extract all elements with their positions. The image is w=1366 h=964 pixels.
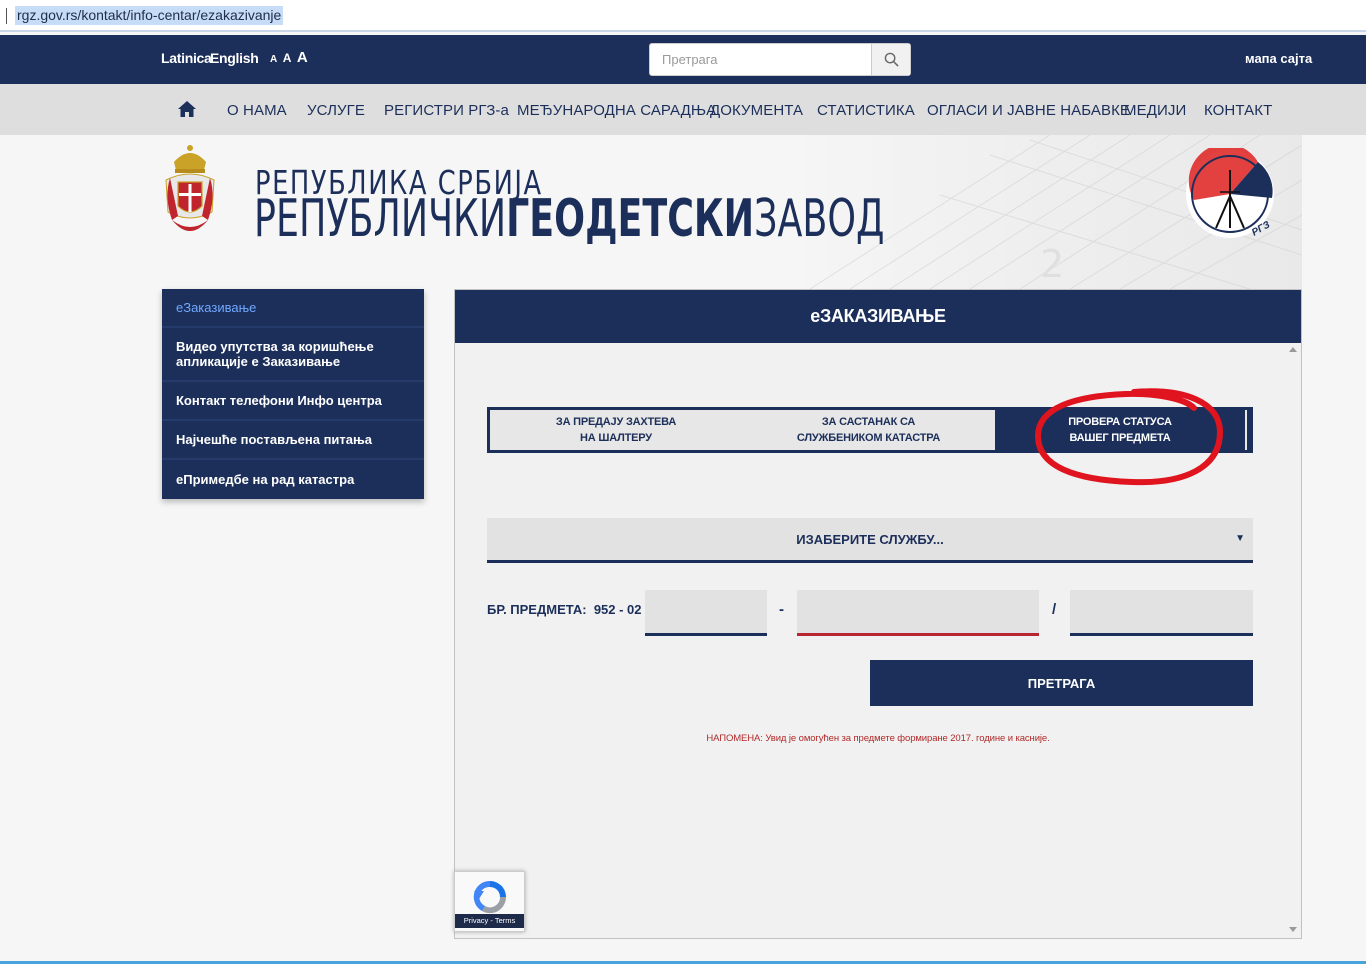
case-number-label: БР. ПРЕДМЕТА: 952 - 02 -: [487, 602, 649, 617]
sidebar-menu: еЗаказивање Видео упутства за коришћење …: [162, 289, 424, 499]
case-slash-separator: /: [1052, 601, 1057, 618]
sidebar-item-complaints[interactable]: еПримедбе на рад катастра: [162, 460, 424, 499]
nav-item-documents[interactable]: ДОКУМЕНТА: [710, 102, 803, 119]
case-prefix: 952 - 02 -: [593, 602, 650, 617]
lang-latin-link[interactable]: Latinica: [161, 50, 212, 66]
sidebar-item-video-tutorials[interactable]: Видео упутства за коришћење апликације е…: [162, 328, 424, 382]
nav-item-services[interactable]: УСЛУГЕ: [307, 102, 365, 119]
home-icon: [178, 101, 196, 117]
rgz-logo-icon: РГЗ: [1186, 148, 1274, 239]
search-button[interactable]: [871, 44, 910, 75]
nav-item-media[interactable]: МЕДИЈИ: [1124, 102, 1186, 119]
nav-item-statistics[interactable]: СТАТИСТИКА: [817, 102, 915, 119]
svg-text:2: 2: [1040, 242, 1064, 286]
url-text[interactable]: rgz.gov.rs/kontakt/info-centar/ezakaziva…: [15, 6, 284, 25]
coat-of-arms-icon: [165, 145, 215, 231]
case-field-2[interactable]: [797, 590, 1039, 636]
tab-label-line1: ЗА САСТАНАК СА: [821, 416, 916, 428]
nav-item-about[interactable]: О НАМА: [227, 102, 287, 119]
lang-english-link[interactable]: English: [210, 50, 259, 66]
browser-address-bar[interactable]: rgz.gov.rs/kontakt/info-centar/ezakaziva…: [0, 0, 1366, 32]
search-box: [649, 43, 911, 76]
recaptcha-links[interactable]: Privacy - Terms: [455, 914, 524, 928]
font-large-button[interactable]: A: [297, 49, 308, 66]
scroll-up-arrow[interactable]: [1289, 347, 1297, 352]
search-icon: [884, 52, 899, 67]
nav-item-registers[interactable]: РЕГИСТРИ РГЗ-а: [384, 102, 509, 119]
title-part-3: ЗАВОД: [754, 189, 885, 249]
nav-item-international[interactable]: МЕЂУНАРОДНА САРАДЊА: [517, 102, 716, 119]
recaptcha-icon: [473, 880, 507, 914]
font-medium-button[interactable]: A: [283, 51, 292, 65]
tab-label-line2: НА ШАЛТЕРУ: [580, 432, 652, 444]
search-input[interactable]: [650, 44, 872, 75]
case-label-text: БР. ПРЕДМЕТА:: [487, 602, 587, 617]
case-field-3[interactable]: [1070, 590, 1253, 636]
case-field-1[interactable]: [645, 590, 767, 636]
title-part-2: ГЕОДЕТСКИ: [506, 189, 755, 249]
sitemap-link[interactable]: мапа сајта: [1245, 51, 1312, 66]
panel-title: еЗАКАЗИВАЊЕ: [455, 290, 1301, 343]
tab-cadastre-meeting[interactable]: ЗА САСТАНАК СА СЛУЖБЕНИКОМ КАТАСТРА: [742, 410, 995, 450]
tab-label-line2: СЛУЖБЕНИКОМ КАТАСТРА: [796, 432, 941, 444]
main-navigation: О НАМА УСЛУГЕ РЕГИСТРИ РГЗ-а МЕЂУНАРОДНА…: [0, 84, 1366, 135]
font-small-button[interactable]: A: [270, 54, 277, 65]
tab-counter-submission[interactable]: ЗА ПРЕДАЈУ ЗАХТЕВА НА ШАЛТЕРУ: [490, 410, 742, 450]
nav-item-announcements[interactable]: ОГЛАСИ И ЈАВНЕ НАБАВКЕ: [927, 102, 1130, 119]
tab-label-line1: ЗА ПРЕДАЈУ ЗАХТЕВА: [555, 416, 677, 428]
case-dash-separator: -: [779, 601, 784, 618]
nav-item-contact[interactable]: КОНТАКТ: [1204, 102, 1272, 119]
sidebar-item-ezakazivanje[interactable]: еЗаказивање: [162, 289, 424, 328]
top-bar: Latinica English A A A мапа сајта: [0, 35, 1366, 84]
sidebar-item-contact-phones[interactable]: Контакт телефони Инфо центра: [162, 382, 424, 421]
note-text: НАПОМЕНА: Увид је омогућен за предмете ф…: [706, 733, 1050, 744]
service-select[interactable]: ИЗАБЕРИТЕ СЛУЖБУ... ▼: [487, 518, 1253, 563]
sidebar-item-faq[interactable]: Најчешће постављена питања: [162, 421, 424, 460]
title-part-1: РЕПУБЛИЧКИ: [254, 189, 507, 249]
text-caret: [6, 8, 7, 24]
recaptcha-badge[interactable]: Privacy - Terms: [454, 871, 525, 932]
font-size-controls: A A A: [270, 49, 309, 67]
red-annotation-circle: [1034, 388, 1224, 486]
header-title-institute: РЕПУБЛИЧКИГЕОДЕТСКИЗАВОД: [254, 189, 885, 249]
home-link[interactable]: [177, 100, 197, 123]
search-submit-button[interactable]: ПРЕТРАГА: [870, 660, 1253, 706]
scroll-down-arrow[interactable]: [1289, 927, 1297, 932]
dropdown-arrow-icon: ▼: [1235, 533, 1245, 544]
service-select-label: ИЗАБЕРИТЕ СЛУЖБУ...: [796, 531, 944, 547]
ezakazivanje-panel: еЗАКАЗИВАЊЕ ЗА ПРЕДАЈУ ЗАХТЕВА НА ШАЛТЕРУ…: [454, 289, 1302, 939]
